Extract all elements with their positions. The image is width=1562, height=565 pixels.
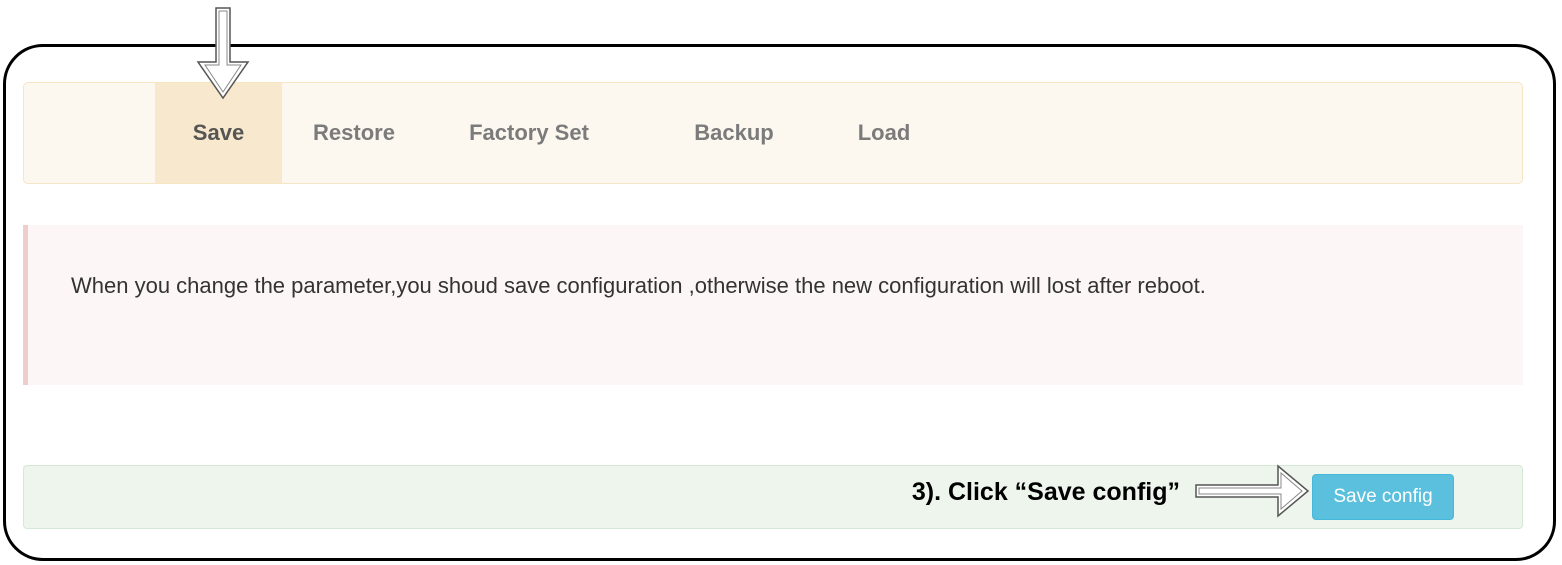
down-arrow-icon xyxy=(196,7,250,100)
right-arrow-icon xyxy=(1195,464,1310,518)
